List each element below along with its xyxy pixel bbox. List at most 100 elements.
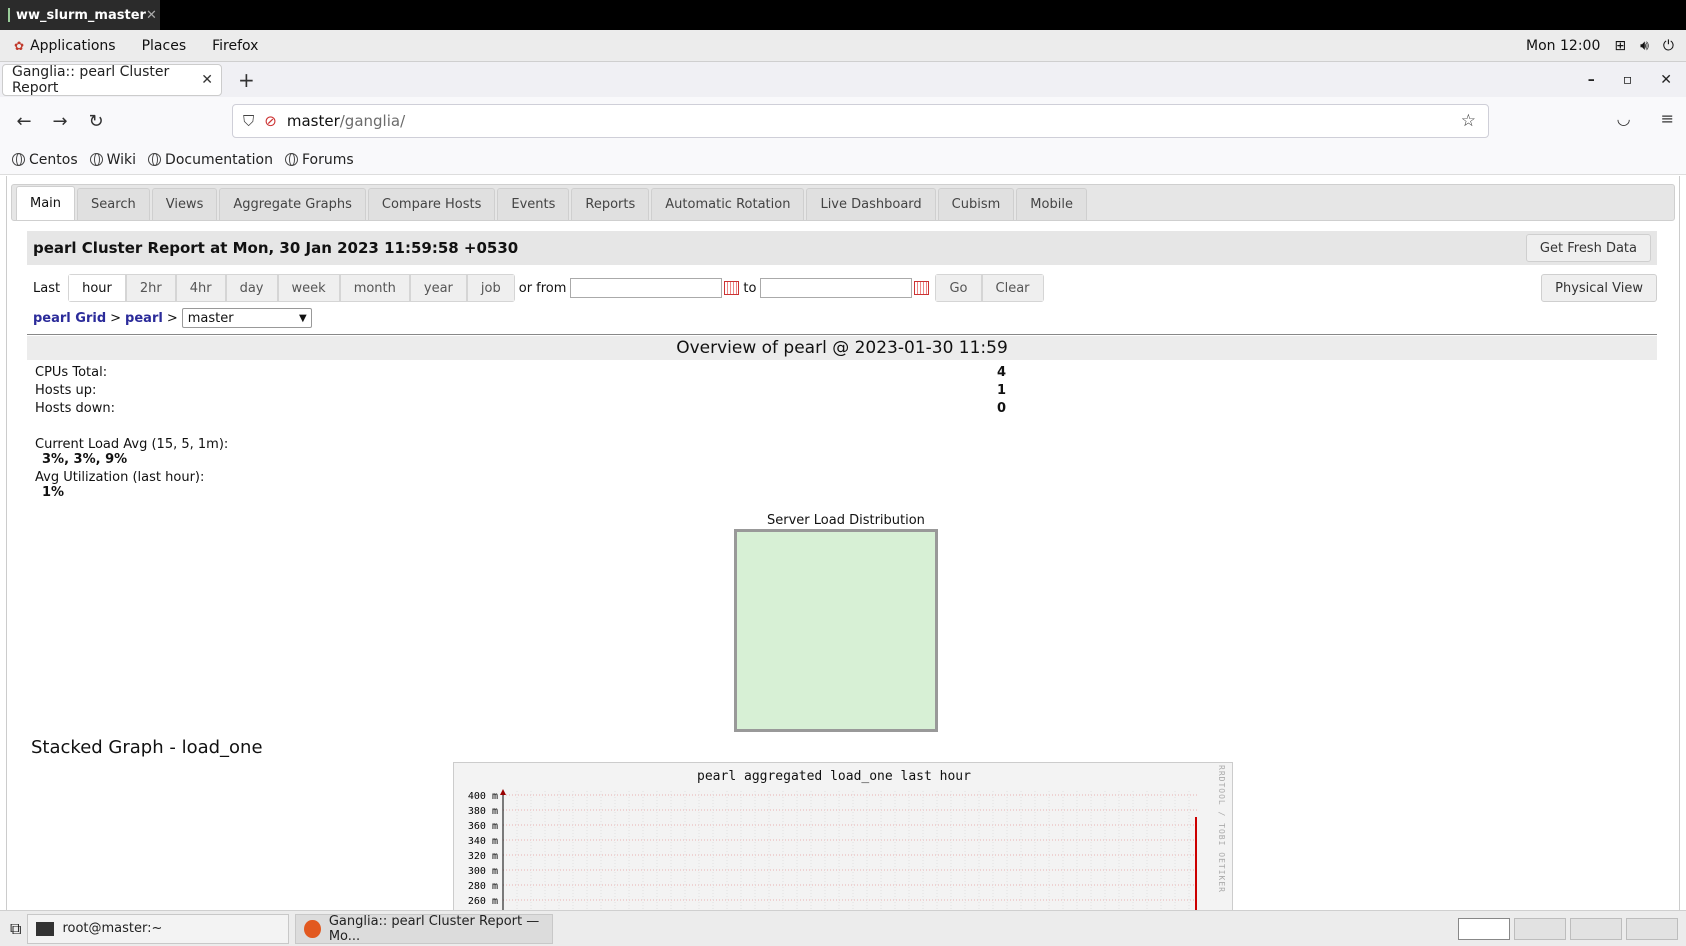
- places-menu[interactable]: Places: [142, 38, 187, 54]
- firefox-menu[interactable]: Firefox: [212, 38, 258, 54]
- tab-events[interactable]: Events: [497, 188, 570, 220]
- cpus-total-label: CPUs Total:: [35, 365, 108, 380]
- tab-automatic-rotation[interactable]: Automatic Rotation: [651, 188, 805, 220]
- firefox-menu-label: Firefox: [212, 37, 259, 54]
- page-viewport: Main Search Views Aggregate Graphs Compa…: [6, 176, 1680, 910]
- range-hour-button[interactable]: hour: [68, 274, 126, 302]
- ganglia-tabs: Main Search Views Aggregate Graphs Compa…: [11, 184, 1675, 221]
- show-desktop-icon[interactable]: ⧉: [10, 919, 21, 939]
- taskbar-terminal-label: root@master:~: [62, 921, 163, 936]
- server-load-distribution-title: Server Load Distribution: [767, 513, 925, 528]
- maximize-icon[interactable]: ▫: [1623, 72, 1633, 88]
- terminal-icon: [8, 8, 10, 22]
- range-day-button[interactable]: day: [225, 274, 278, 302]
- navigation-bar: ← → ↻ ⛉ ⊘ master/ganglia/ ☆ ◡ ≡: [0, 97, 1686, 145]
- workspace-2[interactable]: [1514, 917, 1566, 940]
- calendar-icon[interactable]: [724, 281, 740, 295]
- bookmark-forums[interactable]: Forums: [284, 152, 354, 168]
- tab-reports[interactable]: Reports: [571, 188, 650, 220]
- taskbar-firefox[interactable]: Ganglia:: pearl Cluster Report — Mo...: [295, 913, 554, 944]
- bookmark-centos[interactable]: Centos: [12, 152, 78, 168]
- power-icon[interactable]: ⏻: [1663, 38, 1674, 54]
- go-clear-group: Go Clear: [935, 274, 1044, 302]
- clear-button[interactable]: Clear: [981, 274, 1044, 302]
- hosts-down-value: 0: [997, 401, 1007, 416]
- close-icon[interactable]: ✕: [146, 8, 157, 23]
- toolbar-right: ◡ ≡: [1617, 109, 1674, 128]
- volume-icon[interactable]: 🔊︎: [1640, 38, 1649, 54]
- physical-view-button[interactable]: Physical View: [1541, 274, 1657, 302]
- globe-icon: [89, 153, 103, 166]
- avg-util-value: 1%: [42, 485, 65, 500]
- tab-compare-hosts[interactable]: Compare Hosts: [367, 188, 496, 220]
- range-month-button[interactable]: month: [339, 274, 410, 302]
- gnome-top-panel: ✿ Applications Places Firefox Mon 12:00 …: [0, 30, 1686, 62]
- workspace-4[interactable]: [1626, 917, 1678, 940]
- crumb-cluster-link[interactable]: pearl: [125, 311, 163, 326]
- y-tick-label: 280 m: [468, 881, 498, 892]
- taskbar-firefox-label: Ganglia:: pearl Cluster Report — Mo...: [328, 913, 540, 944]
- tab-search[interactable]: Search: [77, 188, 150, 220]
- tab-views[interactable]: Views: [151, 188, 218, 220]
- y-tick-label: 320 m: [468, 851, 498, 862]
- y-tick-label: 300 m: [468, 866, 498, 877]
- cpus-total-value: 4: [997, 365, 1007, 380]
- taskbar-terminal[interactable]: root@master:~: [27, 913, 290, 944]
- applications-menu-label: Applications: [30, 37, 116, 54]
- range-4hr-button[interactable]: 4hr: [175, 274, 226, 302]
- network-icon[interactable]: ⊞: [1614, 38, 1626, 54]
- close-window-icon[interactable]: ✕: [1660, 72, 1672, 88]
- reload-icon[interactable]: ↻: [78, 111, 114, 132]
- shield-icon[interactable]: ⛉: [243, 112, 254, 130]
- go-button[interactable]: Go: [935, 274, 982, 302]
- range-week-button[interactable]: week: [277, 274, 340, 302]
- crumb-separator: >: [166, 310, 178, 326]
- clock[interactable]: Mon 12:00: [1526, 38, 1600, 54]
- close-tab-icon[interactable]: ✕: [201, 72, 213, 88]
- y-tick-label: 260 m: [468, 896, 498, 907]
- host-select-value: master: [187, 310, 234, 326]
- firefox-tab-strip: Ganglia:: pearl Cluster Report ✕ + – ▫ ✕: [0, 62, 1686, 97]
- workspace-3[interactable]: [1570, 917, 1622, 940]
- tab-aggregate-graphs[interactable]: Aggregate Graphs: [219, 188, 366, 220]
- url-bar[interactable]: ⛉ ⊘ master/ganglia/ ☆: [232, 104, 1489, 138]
- hamburger-menu-icon[interactable]: ≡: [1661, 109, 1674, 128]
- chevron-down-icon: ▼: [299, 312, 307, 324]
- bookmarks-toolbar: Centos Wiki Documentation Forums: [0, 145, 1686, 175]
- vnc-titlebar: ww_slurm_master ✕: [0, 0, 1686, 30]
- range-year-button[interactable]: year: [409, 274, 467, 302]
- bookmark-star-icon[interactable]: ☆: [1461, 111, 1476, 131]
- load-one-graph[interactable]: pearl aggregated load_one last hour RRDT…: [453, 762, 1233, 910]
- server-load-distribution-tile[interactable]: [734, 529, 938, 732]
- from-date-input[interactable]: [570, 278, 723, 298]
- insecure-lock-icon[interactable]: ⊘: [264, 112, 277, 130]
- tab-live-dashboard[interactable]: Live Dashboard: [806, 188, 936, 220]
- tab-mobile[interactable]: Mobile: [1016, 188, 1087, 220]
- time-range-row: Last hour 2hr 4hr day week month year jo…: [33, 273, 1657, 303]
- pocket-icon[interactable]: ◡: [1617, 109, 1631, 128]
- calendar-icon[interactable]: [914, 281, 930, 295]
- vnc-tab[interactable]: ww_slurm_master ✕: [0, 0, 160, 30]
- avg-util-label: Avg Utilization (last hour):: [35, 470, 205, 485]
- tab-cubism[interactable]: Cubism: [937, 188, 1015, 220]
- bookmark-documentation[interactable]: Documentation: [148, 152, 273, 168]
- new-tab-icon[interactable]: +: [238, 68, 255, 92]
- host-select[interactable]: master ▼: [181, 308, 312, 328]
- bookmark-wiki[interactable]: Wiki: [89, 152, 136, 168]
- graph-y-ticks: 400 m 380 m 360 m 340 m 320 m 300 m 280 m 260 m: [468, 791, 498, 907]
- back-icon[interactable]: ←: [6, 111, 42, 132]
- tab-main[interactable]: Main: [16, 186, 76, 220]
- range-job-button[interactable]: job: [466, 274, 515, 302]
- get-fresh-data-button[interactable]: Get Fresh Data: [1525, 234, 1651, 262]
- workspace-switcher: [1458, 917, 1678, 940]
- minimize-icon[interactable]: –: [1588, 72, 1595, 88]
- workspace-1[interactable]: [1458, 917, 1510, 940]
- crumb-grid-link[interactable]: pearl Grid: [33, 311, 106, 326]
- forward-icon[interactable]: →: [42, 111, 78, 132]
- to-date-input[interactable]: [760, 278, 913, 298]
- overview-title: Overview of pearl @ 2023-01-30 11:59: [27, 336, 1657, 360]
- browser-tab[interactable]: Ganglia:: pearl Cluster Report ✕: [2, 63, 222, 96]
- applications-menu[interactable]: ✿ Applications: [14, 38, 116, 54]
- range-2hr-button[interactable]: 2hr: [125, 274, 176, 302]
- report-title: pearl Cluster Report at Mon, 30 Jan 2023…: [33, 239, 519, 257]
